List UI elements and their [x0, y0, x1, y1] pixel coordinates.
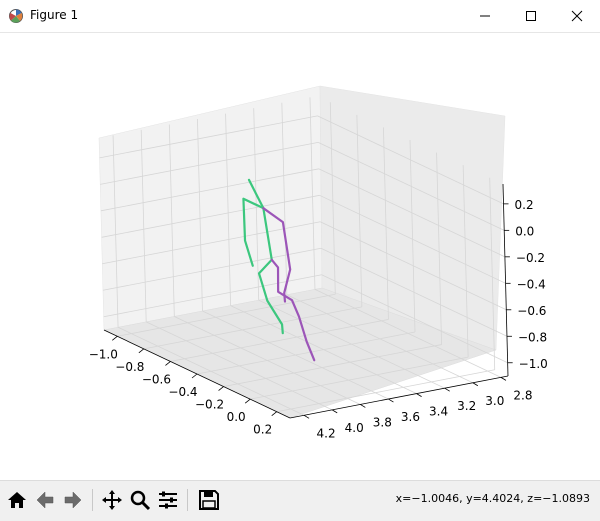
- y-tick-mark: [417, 394, 422, 397]
- window-title: Figure 1: [30, 8, 78, 22]
- zoom-icon: [129, 489, 151, 511]
- y-tick-mark: [473, 383, 478, 386]
- z-tick-label: 0.2: [515, 198, 534, 212]
- z-tick-label: −0.2: [516, 251, 545, 265]
- save-button[interactable]: [196, 487, 222, 513]
- forward-button[interactable]: [60, 487, 86, 513]
- x-tick-label: −0.8: [115, 360, 144, 374]
- y-tick-mark: [501, 377, 506, 380]
- x-tick-mark: [112, 336, 117, 340]
- x-tick-mark: [165, 361, 170, 365]
- y-tick-mark: [360, 404, 365, 407]
- close-button[interactable]: [554, 0, 600, 32]
- x-tick-label: 0.0: [227, 410, 246, 424]
- y-tick-label: 3.6: [401, 410, 420, 424]
- matplotlib-logo-icon: [8, 8, 24, 24]
- forward-arrow-icon: [62, 489, 84, 511]
- x-tick-mark: [272, 412, 277, 416]
- y-tick-mark: [304, 415, 309, 418]
- configure-subplots-button[interactable]: [155, 487, 181, 513]
- x-tick-label: 0.2: [253, 423, 272, 437]
- y-tick-label: 4.0: [345, 421, 364, 435]
- zoom-button[interactable]: [127, 487, 153, 513]
- toolbar-separator: [92, 489, 93, 511]
- navigation-toolbar: x=−1.0046, y=4.4024, z=−1.0893: [0, 480, 600, 521]
- x-tick-mark: [139, 349, 144, 353]
- y-tick-label: 3.8: [373, 415, 392, 429]
- minimize-button[interactable]: [462, 0, 508, 32]
- pan-button[interactable]: [99, 487, 125, 513]
- z-axis-line: [503, 184, 508, 376]
- maximize-icon: [525, 10, 537, 22]
- y-tick-mark: [445, 388, 450, 391]
- figure-canvas[interactable]: −1.0−0.8−0.6−0.4−0.20.00.22.83.03.23.43.…: [0, 33, 600, 480]
- x-tick-label: −0.2: [195, 398, 224, 412]
- x-tick-mark: [192, 374, 197, 378]
- z-tick-label: 0.0: [515, 224, 534, 238]
- z-tick-label: −0.4: [517, 277, 546, 291]
- x-tick-mark: [245, 399, 250, 403]
- z-tick-label: −0.8: [518, 330, 547, 344]
- back-left-pane: [99, 86, 322, 330]
- minimize-icon: [479, 10, 491, 22]
- y-tick-label: 3.4: [429, 405, 448, 419]
- y-tick-label: 3.2: [457, 399, 476, 413]
- y-tick-label: 4.2: [317, 426, 336, 440]
- window-titlebar: Figure 1: [0, 0, 600, 33]
- x-tick-label: −0.4: [168, 385, 197, 399]
- 3d-axes[interactable]: −1.0−0.8−0.6−0.4−0.20.00.22.83.03.23.43.…: [0, 33, 600, 480]
- back-button[interactable]: [32, 487, 58, 513]
- back-arrow-icon: [34, 489, 56, 511]
- y-tick-label: 3.0: [485, 394, 504, 408]
- maximize-button[interactable]: [508, 0, 554, 32]
- home-button[interactable]: [4, 487, 30, 513]
- z-tick-label: −1.0: [519, 357, 548, 371]
- pan-icon: [101, 489, 123, 511]
- save-icon: [198, 489, 220, 511]
- x-tick-label: −0.6: [142, 372, 171, 386]
- y-tick-label: 2.8: [513, 388, 532, 402]
- y-tick-mark: [332, 410, 337, 413]
- x-tick-mark: [219, 387, 224, 391]
- home-icon: [6, 489, 28, 511]
- x-tick-label: −1.0: [89, 347, 118, 361]
- configure-subplots-icon: [157, 489, 179, 511]
- cursor-coordinates: x=−1.0046, y=4.4024, z=−1.0893: [396, 492, 590, 505]
- y-tick-mark: [388, 399, 393, 402]
- toolbar-separator: [187, 489, 188, 511]
- z-tick-label: −0.6: [517, 304, 546, 318]
- close-icon: [571, 10, 583, 22]
